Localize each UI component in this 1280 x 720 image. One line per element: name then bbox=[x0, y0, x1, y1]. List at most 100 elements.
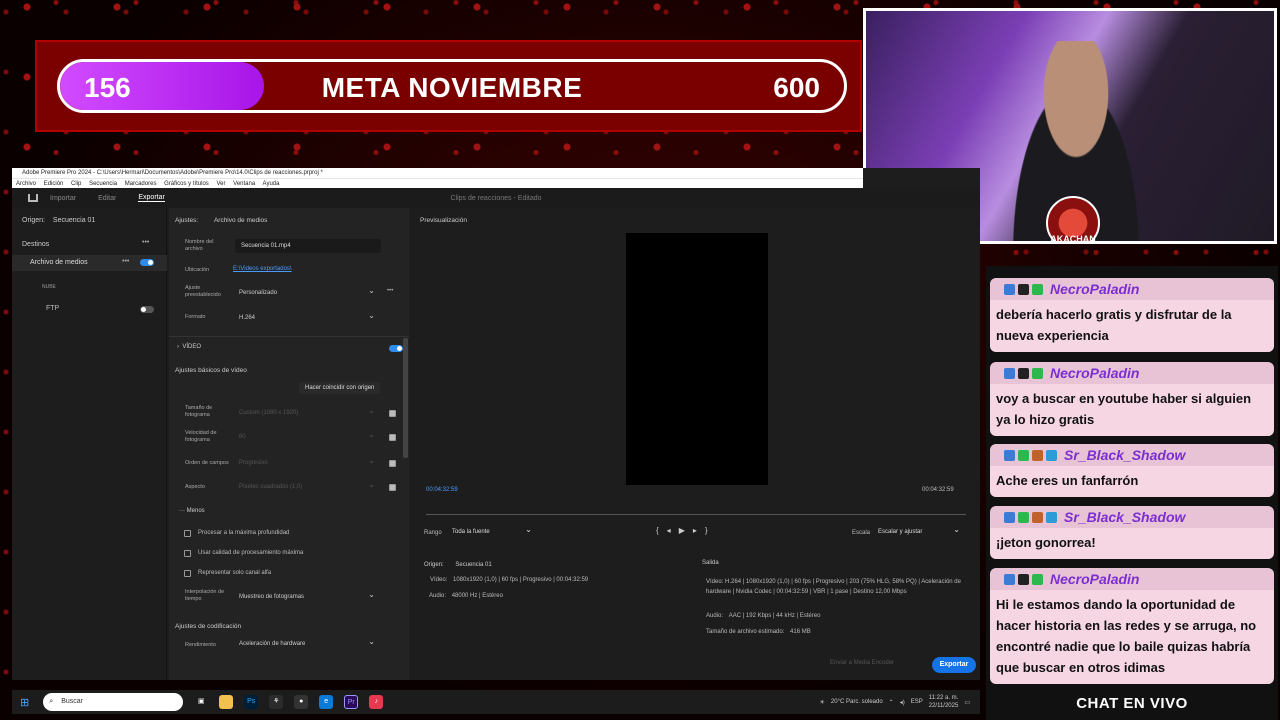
summary-origin-label: Origen: bbox=[424, 562, 444, 568]
summary-video-label: Vídeo: bbox=[430, 577, 448, 583]
frame-rate-dropdown[interactable]: 60 bbox=[233, 428, 381, 444]
timecode-in: 00:04:32:59 bbox=[426, 487, 458, 493]
menu-item[interactable]: Ventana bbox=[233, 181, 255, 187]
field-order-dropdown[interactable]: Progresivo bbox=[233, 454, 381, 470]
frame-rate-checkbox[interactable] bbox=[389, 434, 396, 441]
field-order-checkbox[interactable] bbox=[389, 460, 396, 467]
filename-input[interactable]: Secuencia 01.mp4 bbox=[235, 239, 381, 253]
goal-progress-bar: META NOVIEMBRE 156 600 bbox=[57, 59, 847, 113]
output-audio-value: AAC | 192 Kbps | 44 kHz | Estéreo bbox=[728, 613, 821, 619]
less-toggle[interactable]: ··· Menos bbox=[179, 508, 205, 514]
tiktok-icon[interactable]: ♪ bbox=[369, 695, 384, 709]
chat-badge-icon bbox=[1032, 573, 1043, 585]
preset-more-icon[interactable]: ••• bbox=[387, 288, 393, 294]
video-enable-toggle[interactable] bbox=[389, 345, 403, 352]
frame-size-checkbox[interactable] bbox=[389, 410, 396, 417]
photoshop-icon[interactable]: Ps bbox=[244, 695, 259, 709]
title-bar-gap bbox=[863, 168, 980, 188]
chat-badge-icon bbox=[1046, 449, 1057, 461]
menu-item[interactable]: Archivo bbox=[16, 181, 36, 187]
play-icon[interactable]: ▶ bbox=[679, 526, 693, 535]
chat-badge-icon bbox=[1018, 367, 1029, 379]
scale-dropdown[interactable]: Escalar y ajustar bbox=[872, 523, 966, 539]
tray-up-icon[interactable]: ⌃ bbox=[889, 699, 894, 706]
edge-icon[interactable]: e bbox=[319, 695, 334, 709]
chat-username[interactable]: Sr_Black_Shadow bbox=[1064, 509, 1185, 525]
aspect-checkbox[interactable] bbox=[389, 484, 396, 491]
step-forward-icon[interactable]: ▸ bbox=[693, 526, 705, 535]
send-to-media-encoder-button[interactable]: Enviar a Media Encoder bbox=[830, 660, 894, 666]
mark-in-icon[interactable]: { bbox=[656, 526, 667, 535]
github-icon[interactable]: ● bbox=[294, 695, 309, 709]
chat-message-header: NecroPaladin bbox=[990, 278, 1274, 300]
summary-audio-label: Audio: bbox=[429, 593, 447, 599]
location-label: Ubicación bbox=[185, 267, 210, 273]
mark-out-icon[interactable]: } bbox=[705, 526, 716, 535]
frame-rate-label: Velocidad de fotograma bbox=[185, 430, 217, 443]
menu-item[interactable]: Gráficos y títulos bbox=[164, 181, 209, 187]
step-back-icon[interactable]: ◂ bbox=[667, 526, 679, 535]
windows-start-icon[interactable]: ⊞ bbox=[20, 696, 29, 709]
weather-text[interactable]: 20°C Parc. soleado bbox=[831, 699, 883, 705]
taskbar: ⊞ ⌕ Buscar ▣ Ps ⚘ ● e Pr ♪ ☀ 20°C Parc. … bbox=[12, 690, 980, 714]
destinations-label: Destinos bbox=[22, 241, 50, 248]
performance-dropdown[interactable]: Aceleración de hardware bbox=[233, 635, 381, 651]
chat-username[interactable]: NecroPaladin bbox=[1050, 281, 1139, 297]
ftp-toggle[interactable] bbox=[140, 306, 154, 313]
language-indicator[interactable]: ESP bbox=[911, 699, 923, 705]
destinations-more-icon[interactable]: ••• bbox=[142, 239, 149, 246]
chat-badge-icon bbox=[1046, 511, 1057, 523]
format-label: Formato bbox=[185, 314, 206, 320]
media-file-toggle[interactable] bbox=[140, 259, 154, 266]
max-quality-checkbox[interactable] bbox=[184, 550, 191, 557]
notifications-icon[interactable]: ▭ bbox=[964, 699, 970, 706]
chat-badge-icon bbox=[1018, 511, 1029, 523]
premiere-icon[interactable]: Pr bbox=[344, 695, 359, 709]
export-button[interactable]: Exportar bbox=[932, 657, 976, 673]
task-view-icon[interactable]: ▣ bbox=[194, 695, 208, 709]
menu-item[interactable]: Marcadores bbox=[125, 181, 157, 187]
basic-video-heading: Ajustes básicos de vídeo bbox=[175, 367, 247, 374]
menu-item[interactable]: Secuencia bbox=[89, 181, 117, 187]
origin-sequence[interactable]: Secuencia 01 bbox=[53, 217, 95, 224]
menu-item[interactable]: Clip bbox=[71, 181, 81, 187]
file-size-value: 416 MB bbox=[790, 629, 811, 635]
range-dropdown[interactable]: Toda la fuente bbox=[446, 523, 538, 539]
file-explorer-icon[interactable] bbox=[219, 695, 234, 709]
chat-username[interactable]: Sr_Black_Shadow bbox=[1064, 447, 1185, 463]
alpha-only-checkbox[interactable] bbox=[184, 570, 191, 577]
output-video-label: Vídeo: bbox=[706, 579, 724, 585]
volume-icon[interactable]: ◂) bbox=[900, 699, 905, 706]
export-settings-panel: Ajustes: Archivo de medios Nombre del ar… bbox=[169, 208, 409, 680]
match-source-button[interactable]: Hacer coincidir con origen bbox=[299, 382, 381, 394]
file-size-label: Tamaño de archivo estimado: bbox=[706, 629, 785, 635]
menu-item[interactable]: Ayuda bbox=[263, 181, 280, 187]
settings-value: Archivo de medios bbox=[213, 217, 268, 224]
chat-message-header: NecroPaladin bbox=[990, 362, 1274, 384]
menu-item[interactable]: Ver bbox=[216, 181, 225, 187]
preview-panel: Previsualización 00:04:32:59 00:04:32:59… bbox=[412, 208, 980, 680]
taskbar-search[interactable]: ⌕ Buscar bbox=[43, 693, 184, 711]
preset-dropdown[interactable]: Personalizado bbox=[233, 284, 381, 300]
destination-media-file: Archivo de medios bbox=[30, 259, 88, 266]
max-depth-checkbox[interactable] bbox=[184, 530, 191, 537]
app-icon[interactable]: ⚘ bbox=[269, 695, 284, 709]
settings-scrollbar[interactable] bbox=[403, 338, 408, 458]
chat-username[interactable]: NecroPaladin bbox=[1050, 365, 1139, 381]
menu-item[interactable]: Edición bbox=[44, 181, 64, 187]
chat-username[interactable]: NecroPaladin bbox=[1050, 571, 1139, 587]
interpolation-dropdown[interactable]: Muestreo de fotogramas bbox=[233, 588, 381, 604]
aspect-dropdown[interactable]: Píxeles cuadrados (1,0) bbox=[233, 478, 381, 494]
video-section-toggle[interactable]: › VÍDEO bbox=[177, 344, 201, 350]
format-dropdown[interactable]: H.264 bbox=[233, 309, 381, 325]
chat-badge-icon bbox=[1032, 449, 1043, 461]
location-link[interactable]: E:\Videos exportados\ bbox=[233, 266, 292, 272]
timeline-scrubber[interactable] bbox=[426, 514, 966, 515]
media-file-more-icon[interactable]: ••• bbox=[122, 258, 129, 265]
destination-ftp[interactable]: FTP bbox=[46, 305, 59, 312]
frame-size-dropdown[interactable]: Custom (1080 x 1920) bbox=[233, 404, 381, 420]
interpolation-label: Interpolación de tiempo bbox=[185, 589, 225, 602]
chat-badge-icon bbox=[1004, 449, 1015, 461]
channel-logo: AKACHAN bbox=[1046, 196, 1100, 241]
max-depth-label: Procesar a la máxima profundidad bbox=[198, 530, 290, 536]
